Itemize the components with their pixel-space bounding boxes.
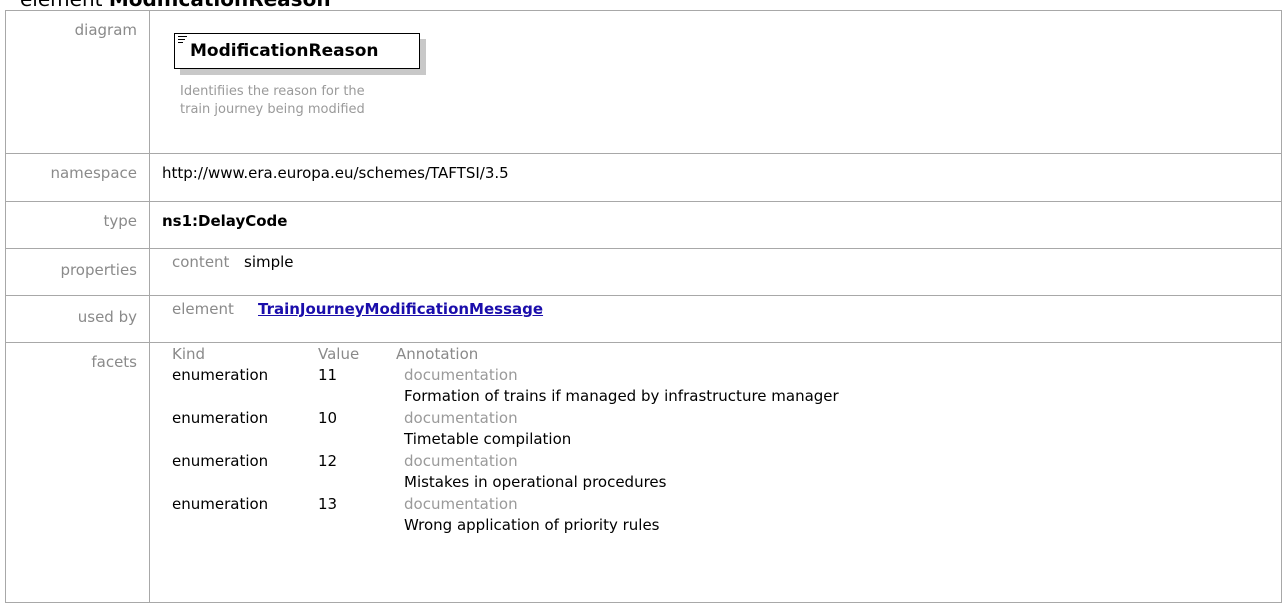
properties-value-cell: content simple (149, 248, 1282, 296)
element-box-doc: Identifiies the reason for the train jou… (180, 84, 365, 117)
namespace-row: namespace http://www.era.europa.eu/schem… (5, 153, 1282, 202)
facet-kind: enumeration (172, 409, 269, 427)
type-row: type ns1:DelayCode (5, 201, 1282, 249)
facets-label: facets (5, 342, 150, 603)
page-heading: element ModificationReason (20, 0, 331, 11)
facets-header-annotation: Annotation (396, 345, 479, 363)
diagram-cell: ModificationReason Identifiies the reaso… (149, 10, 1282, 154)
facet-annotation-label: documentation (404, 495, 518, 513)
used-by-label: used by (5, 295, 150, 343)
facet-annotation-text: Timetable compilation (404, 430, 572, 448)
diagram-row: diagram ModificationReason Identifiies t… (5, 10, 1282, 154)
facet-annotation-label: documentation (404, 452, 518, 470)
facet-annotation-text: Formation of trains if managed by infras… (404, 387, 839, 405)
facet-kind: enumeration (172, 452, 269, 470)
facet-annotation-label: documentation (404, 366, 518, 384)
facet-row: enumeration 10 documentation Timetable c… (172, 409, 1281, 452)
facet-value: 11 (318, 366, 338, 384)
used-by-link[interactable]: TrainJourneyModificationMessage (258, 300, 543, 318)
properties-value: simple (244, 253, 294, 271)
type-label: type (5, 201, 150, 249)
facet-row: enumeration 11 documentation Formation o… (172, 366, 1281, 409)
element-doc-table: diagram ModificationReason Identifiies t… (5, 10, 1282, 603)
facets-table: Kind Value Annotation enumeration 11 doc… (172, 345, 1281, 538)
facets-header-value: Value (318, 345, 360, 363)
documentation-lines-icon (178, 36, 187, 44)
facet-row: enumeration 13 documentation Wrong appli… (172, 495, 1281, 538)
properties-label: properties (5, 248, 150, 296)
facet-value: 10 (318, 409, 338, 427)
facet-row: enumeration 12 documentation Mistakes in… (172, 452, 1281, 495)
properties-row: properties content simple (5, 248, 1282, 296)
used-by-value-cell: element TrainJourneyModificationMessage (149, 295, 1282, 343)
facets-row: facets Kind Value Annotation enumeration… (5, 342, 1282, 603)
facet-kind: enumeration (172, 495, 269, 513)
facet-annotation-label: documentation (404, 409, 518, 427)
facet-annotation-text: Wrong application of priority rules (404, 516, 660, 534)
type-value: ns1:DelayCode (149, 201, 1282, 249)
facet-value: 13 (318, 495, 338, 513)
facets-header-kind: Kind (172, 345, 206, 363)
facet-value: 12 (318, 452, 338, 470)
element-box[interactable]: ModificationReason (174, 33, 420, 69)
element-box-name: ModificationReason (190, 41, 379, 61)
properties-key: content (172, 253, 230, 271)
used-by-key: element (172, 300, 234, 318)
namespace-value: http://www.era.europa.eu/schemes/TAFTSI/… (149, 153, 1282, 202)
namespace-label: namespace (5, 153, 150, 202)
used-by-row: used by element TrainJourneyModificationM… (5, 295, 1282, 343)
facets-header: Kind Value Annotation (172, 345, 1281, 366)
facet-annotation-text: Mistakes in operational procedures (404, 473, 667, 491)
facets-cell: Kind Value Annotation enumeration 11 doc… (149, 342, 1282, 603)
diagram-label: diagram (5, 10, 150, 154)
facet-kind: enumeration (172, 366, 269, 384)
